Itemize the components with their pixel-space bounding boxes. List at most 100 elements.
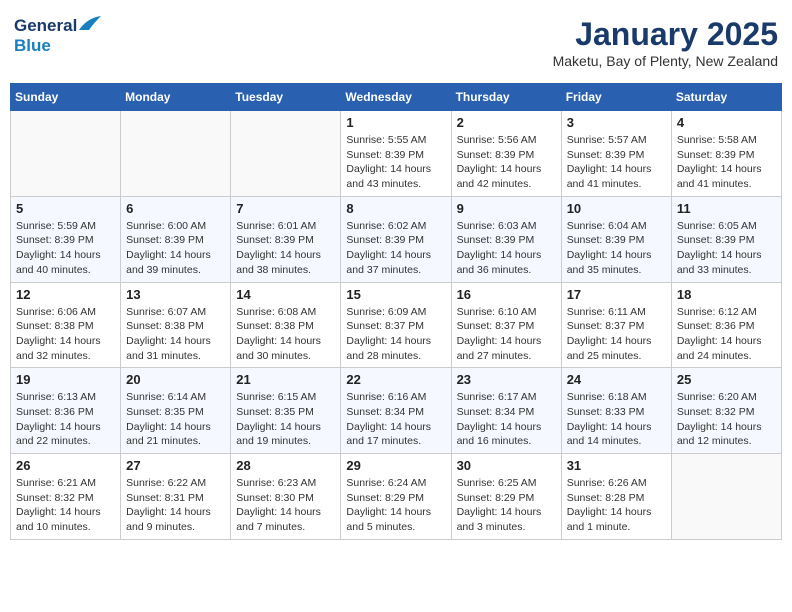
- day-number: 21: [236, 372, 335, 387]
- day-number: 25: [677, 372, 776, 387]
- calendar-cell: [121, 111, 231, 197]
- day-info: Sunrise: 6:20 AMSunset: 8:32 PMDaylight:…: [677, 390, 776, 449]
- day-info: Sunrise: 6:04 AMSunset: 8:39 PMDaylight:…: [567, 219, 666, 278]
- day-number: 13: [126, 287, 225, 302]
- day-number: 2: [457, 115, 556, 130]
- logo-blue-text: Blue: [14, 36, 51, 55]
- day-info: Sunrise: 6:01 AMSunset: 8:39 PMDaylight:…: [236, 219, 335, 278]
- day-info: Sunrise: 6:18 AMSunset: 8:33 PMDaylight:…: [567, 390, 666, 449]
- calendar-cell: 31Sunrise: 6:26 AMSunset: 8:28 PMDayligh…: [561, 454, 671, 540]
- day-number: 14: [236, 287, 335, 302]
- calendar-week-3: 12 Sunrise: 6:06 AMSunset: 8:38 PMDayligh…: [11, 282, 782, 368]
- calendar-cell: 12 Sunrise: 6:06 AMSunset: 8:38 PMDayligh…: [11, 282, 121, 368]
- day-info: Sunrise: 6:23 AMSunset: 8:30 PMDaylight:…: [236, 476, 335, 535]
- calendar-cell: 23 Sunrise: 6:17 AMSunset: 8:34 PMDayligh…: [451, 368, 561, 454]
- calendar-cell: 27 Sunrise: 6:22 AMSunset: 8:31 PMDayligh…: [121, 454, 231, 540]
- day-info: Sunrise: 6:11 AMSunset: 8:37 PMDaylight:…: [567, 305, 666, 364]
- calendar-cell: 18 Sunrise: 6:12 AMSunset: 8:36 PMDayligh…: [671, 282, 781, 368]
- day-number: 10: [567, 201, 666, 216]
- day-info: Sunrise: 6:25 AMSunset: 8:29 PMDaylight:…: [457, 476, 556, 535]
- calendar-table: SundayMondayTuesdayWednesdayThursdayFrid…: [10, 83, 782, 540]
- day-info: Sunrise: 6:12 AMSunset: 8:36 PMDaylight:…: [677, 305, 776, 364]
- day-info: Sunrise: 6:16 AMSunset: 8:34 PMDaylight:…: [346, 390, 445, 449]
- calendar-cell: 8 Sunrise: 6:02 AMSunset: 8:39 PMDaylight…: [341, 196, 451, 282]
- day-info: Sunrise: 6:24 AMSunset: 8:29 PMDaylight:…: [346, 476, 445, 535]
- day-number: 3: [567, 115, 666, 130]
- day-number: 30: [457, 458, 556, 473]
- calendar-cell: 14 Sunrise: 6:08 AMSunset: 8:38 PMDayligh…: [231, 282, 341, 368]
- day-number: 9: [457, 201, 556, 216]
- weekday-header-monday: Monday: [121, 84, 231, 111]
- day-info: Sunrise: 6:07 AMSunset: 8:38 PMDaylight:…: [126, 305, 225, 364]
- calendar-cell: 19Sunrise: 6:13 AMSunset: 8:36 PMDayligh…: [11, 368, 121, 454]
- calendar-week-1: 1Sunrise: 5:55 AMSunset: 8:39 PMDaylight…: [11, 111, 782, 197]
- weekday-header-wednesday: Wednesday: [341, 84, 451, 111]
- logo: General Blue: [14, 16, 101, 56]
- day-info: Sunrise: 5:59 AMSunset: 8:39 PMDaylight:…: [16, 219, 115, 278]
- day-info: Sunrise: 6:03 AMSunset: 8:39 PMDaylight:…: [457, 219, 556, 278]
- day-info: Sunrise: 6:00 AMSunset: 8:39 PMDaylight:…: [126, 219, 225, 278]
- calendar-cell: 2 Sunrise: 5:56 AMSunset: 8:39 PMDaylight…: [451, 111, 561, 197]
- weekday-header-row: SundayMondayTuesdayWednesdayThursdayFrid…: [11, 84, 782, 111]
- calendar-cell: 24 Sunrise: 6:18 AMSunset: 8:33 PMDayligh…: [561, 368, 671, 454]
- day-info: Sunrise: 6:02 AMSunset: 8:39 PMDaylight:…: [346, 219, 445, 278]
- calendar-cell: 25 Sunrise: 6:20 AMSunset: 8:32 PMDayligh…: [671, 368, 781, 454]
- calendar-cell: 17 Sunrise: 6:11 AMSunset: 8:37 PMDayligh…: [561, 282, 671, 368]
- day-number: 19: [16, 372, 115, 387]
- calendar-cell: 7 Sunrise: 6:01 AMSunset: 8:39 PMDaylight…: [231, 196, 341, 282]
- day-number: 28: [236, 458, 335, 473]
- day-number: 22: [346, 372, 445, 387]
- calendar-cell: 26 Sunrise: 6:21 AMSunset: 8:32 PMDayligh…: [11, 454, 121, 540]
- day-number: 15: [346, 287, 445, 302]
- calendar-cell: 30 Sunrise: 6:25 AMSunset: 8:29 PMDayligh…: [451, 454, 561, 540]
- calendar-cell: [671, 454, 781, 540]
- day-number: 24: [567, 372, 666, 387]
- day-number: 7: [236, 201, 335, 216]
- calendar-week-5: 26 Sunrise: 6:21 AMSunset: 8:32 PMDayligh…: [11, 454, 782, 540]
- calendar-cell: 11Sunrise: 6:05 AMSunset: 8:39 PMDayligh…: [671, 196, 781, 282]
- day-number: 8: [346, 201, 445, 216]
- day-info: Sunrise: 6:09 AMSunset: 8:37 PMDaylight:…: [346, 305, 445, 364]
- calendar-cell: 6 Sunrise: 6:00 AMSunset: 8:39 PMDaylight…: [121, 196, 231, 282]
- day-number: 31: [567, 458, 666, 473]
- weekday-header-sunday: Sunday: [11, 84, 121, 111]
- day-info: Sunrise: 6:10 AMSunset: 8:37 PMDaylight:…: [457, 305, 556, 364]
- day-info: Sunrise: 5:55 AMSunset: 8:39 PMDaylight:…: [346, 133, 445, 192]
- day-info: Sunrise: 5:58 AMSunset: 8:39 PMDaylight:…: [677, 133, 776, 192]
- day-info: Sunrise: 6:22 AMSunset: 8:31 PMDaylight:…: [126, 476, 225, 535]
- day-info: Sunrise: 6:14 AMSunset: 8:35 PMDaylight:…: [126, 390, 225, 449]
- calendar-cell: 15 Sunrise: 6:09 AMSunset: 8:37 PMDayligh…: [341, 282, 451, 368]
- logo-bird-icon: [79, 16, 101, 32]
- page-header: General Blue January 2025 Maketu, Bay of…: [10, 10, 782, 75]
- calendar-cell: 20Sunrise: 6:14 AMSunset: 8:35 PMDayligh…: [121, 368, 231, 454]
- day-number: 26: [16, 458, 115, 473]
- day-number: 18: [677, 287, 776, 302]
- calendar-cell: 5 Sunrise: 5:59 AMSunset: 8:39 PMDaylight…: [11, 196, 121, 282]
- day-number: 12: [16, 287, 115, 302]
- weekday-header-tuesday: Tuesday: [231, 84, 341, 111]
- weekday-header-thursday: Thursday: [451, 84, 561, 111]
- calendar-cell: [11, 111, 121, 197]
- calendar-cell: 3Sunrise: 5:57 AMSunset: 8:39 PMDaylight…: [561, 111, 671, 197]
- calendar-cell: 10 Sunrise: 6:04 AMSunset: 8:39 PMDayligh…: [561, 196, 671, 282]
- calendar-week-4: 19Sunrise: 6:13 AMSunset: 8:36 PMDayligh…: [11, 368, 782, 454]
- day-info: Sunrise: 6:21 AMSunset: 8:32 PMDaylight:…: [16, 476, 115, 535]
- calendar-cell: 16Sunrise: 6:10 AMSunset: 8:37 PMDayligh…: [451, 282, 561, 368]
- day-info: Sunrise: 6:17 AMSunset: 8:34 PMDaylight:…: [457, 390, 556, 449]
- calendar-cell: 22 Sunrise: 6:16 AMSunset: 8:34 PMDayligh…: [341, 368, 451, 454]
- title-block: January 2025 Maketu, Bay of Plenty, New …: [553, 16, 778, 69]
- logo-general-text: General: [14, 16, 77, 36]
- day-number: 23: [457, 372, 556, 387]
- day-number: 17: [567, 287, 666, 302]
- day-number: 29: [346, 458, 445, 473]
- day-number: 11: [677, 201, 776, 216]
- location-text: Maketu, Bay of Plenty, New Zealand: [553, 53, 778, 69]
- day-info: Sunrise: 6:06 AMSunset: 8:38 PMDaylight:…: [16, 305, 115, 364]
- day-number: 5: [16, 201, 115, 216]
- calendar-cell: 1Sunrise: 5:55 AMSunset: 8:39 PMDaylight…: [341, 111, 451, 197]
- day-number: 27: [126, 458, 225, 473]
- calendar-cell: 13 Sunrise: 6:07 AMSunset: 8:38 PMDayligh…: [121, 282, 231, 368]
- day-info: Sunrise: 5:56 AMSunset: 8:39 PMDaylight:…: [457, 133, 556, 192]
- day-info: Sunrise: 6:08 AMSunset: 8:38 PMDaylight:…: [236, 305, 335, 364]
- day-number: 6: [126, 201, 225, 216]
